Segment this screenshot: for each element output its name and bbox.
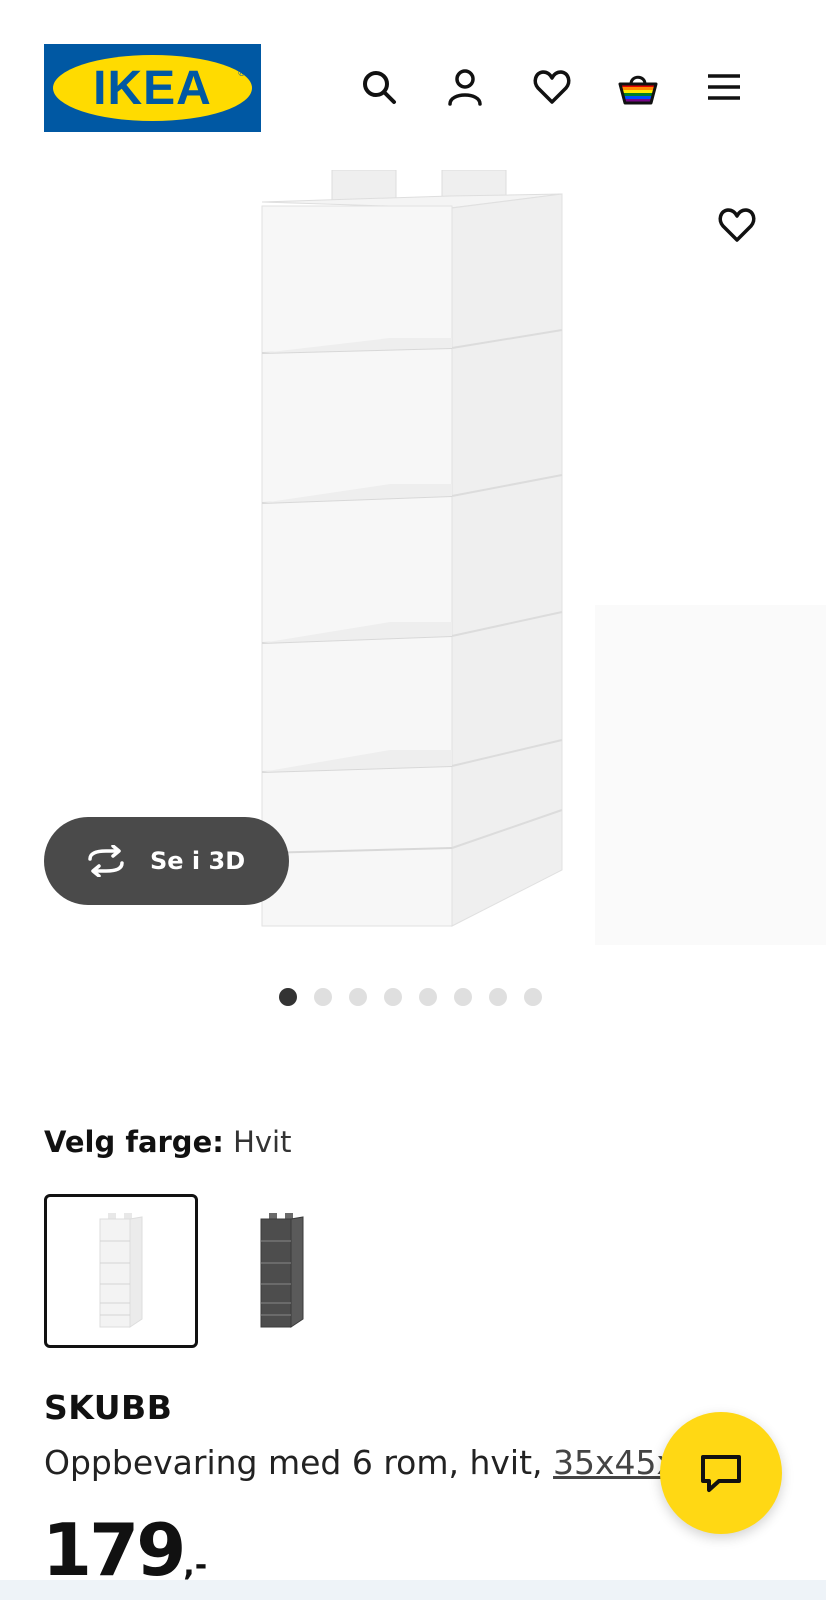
- gallery-dot[interactable]: [349, 988, 367, 1006]
- gallery-dot[interactable]: [524, 988, 542, 1006]
- image-backdrop: [595, 605, 826, 945]
- browser-bottom-bar: [0, 1580, 826, 1600]
- white-variant-thumbnail: [99, 1213, 143, 1328]
- rotate-3d-icon: [88, 845, 124, 877]
- site-header: IKEA ®: [0, 0, 826, 150]
- color-option-white[interactable]: [44, 1194, 198, 1348]
- logo-registered-mark: ®: [238, 68, 245, 78]
- product-name: SKUBB: [44, 1388, 173, 1427]
- color-option-dark-grey[interactable]: [205, 1194, 359, 1348]
- product-description-text: Oppbevaring med 6 rom, hvit,: [44, 1443, 554, 1482]
- search-icon[interactable]: [356, 64, 402, 110]
- view-in-3d-label: Se i 3D: [150, 847, 246, 875]
- color-selector-label: Velg farge: Hvit: [44, 1122, 291, 1162]
- logo-text: IKEA: [93, 61, 212, 115]
- chat-button[interactable]: [660, 1412, 782, 1534]
- gallery-pagination: [279, 988, 542, 1006]
- gallery-dot[interactable]: [384, 988, 402, 1006]
- gallery-dot[interactable]: [314, 988, 332, 1006]
- gallery-dot[interactable]: [279, 988, 297, 1006]
- chat-icon: [701, 1455, 741, 1492]
- favourite-product-icon[interactable]: [712, 200, 762, 250]
- shopping-bag-icon[interactable]: [615, 64, 661, 110]
- ikea-logo[interactable]: IKEA ®: [44, 44, 261, 132]
- price-suffix: ,-: [183, 1548, 208, 1583]
- color-label-title: Velg farge:: [44, 1125, 224, 1159]
- view-in-3d-button[interactable]: Se i 3D: [44, 817, 289, 905]
- gallery-dot[interactable]: [454, 988, 472, 1006]
- product-dimensions-link[interactable]: 35x45x: [553, 1443, 664, 1482]
- gallery-dot[interactable]: [489, 988, 507, 1006]
- menu-icon[interactable]: [701, 64, 747, 110]
- selected-color: Hvit: [233, 1125, 292, 1159]
- product-description: Oppbevaring med 6 rom, hvit, 35x45x: [44, 1440, 664, 1486]
- favourites-icon[interactable]: [529, 64, 575, 110]
- account-icon[interactable]: [442, 64, 488, 110]
- grey-variant-thumbnail: [260, 1213, 304, 1328]
- product-image: [261, 170, 563, 927]
- gallery-dot[interactable]: [419, 988, 437, 1006]
